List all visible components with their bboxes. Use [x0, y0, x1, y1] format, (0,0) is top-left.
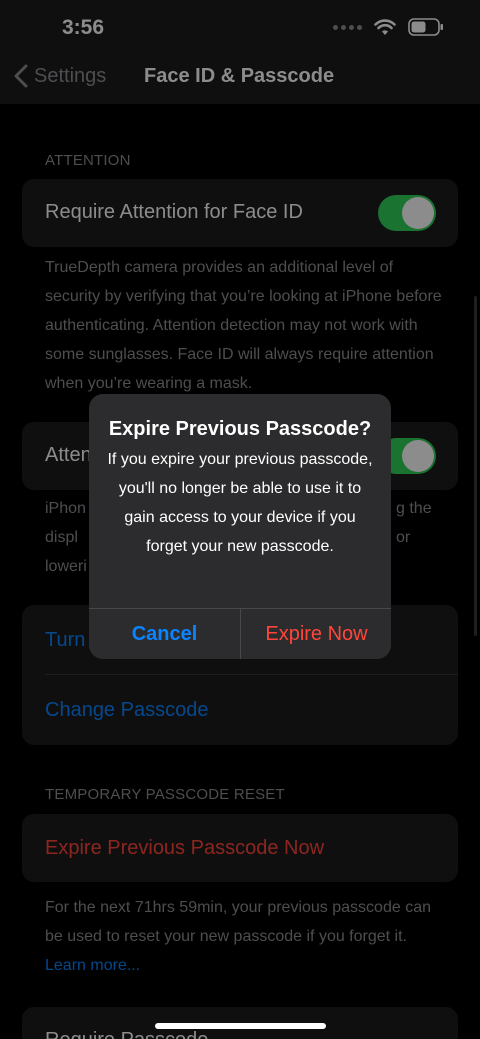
- cancel-button[interactable]: Cancel: [89, 609, 240, 659]
- expire-now-button[interactable]: Expire Now: [241, 609, 391, 659]
- alert-title: Expire Previous Passcode?: [108, 418, 372, 440]
- alert-message: If you expire your previous passcode, yo…: [107, 451, 373, 555]
- expire-passcode-alert: Expire Previous Passcode? If you expire …: [89, 394, 391, 659]
- home-indicator[interactable]: [155, 1023, 326, 1029]
